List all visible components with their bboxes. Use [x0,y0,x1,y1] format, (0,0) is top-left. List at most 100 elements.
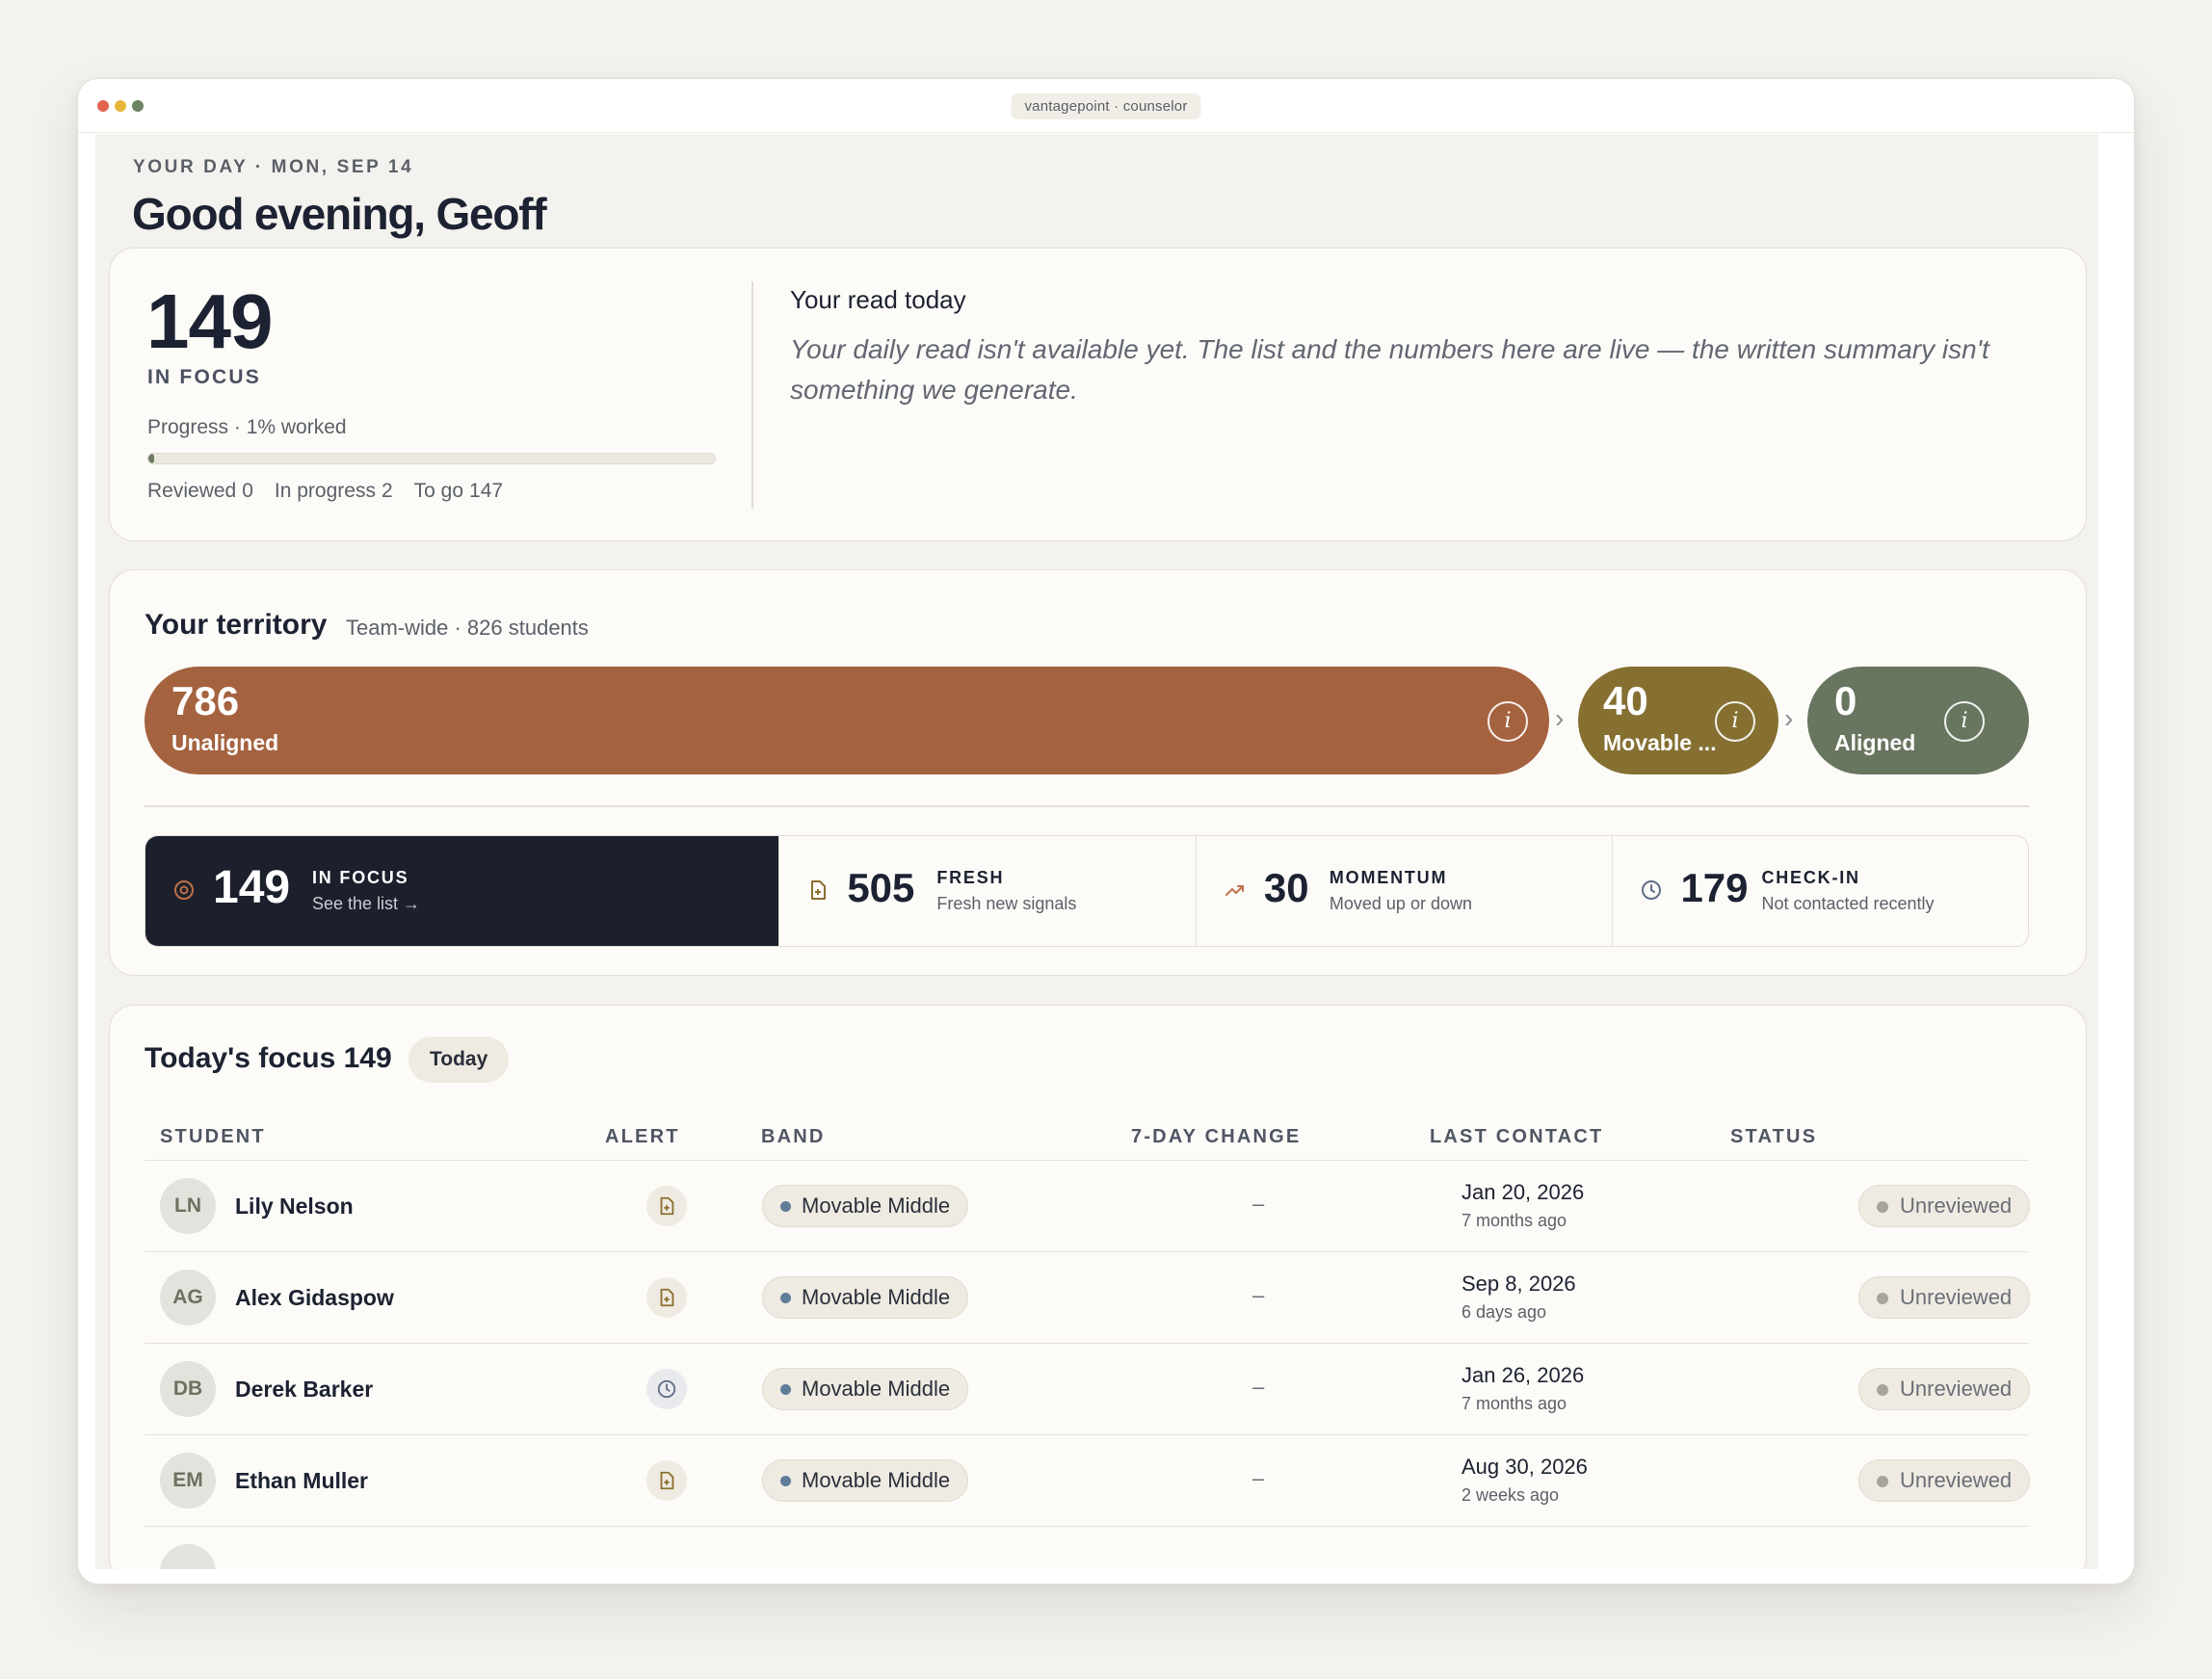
minimize-window-dot[interactable] [115,100,126,112]
app-window: vantagepoint · counselor YOUR DAY · MON,… [77,78,2135,1585]
avatar: DB [160,1361,216,1417]
main-content: YOUR DAY · MON, SEP 14 Good evening, Geo… [95,134,2098,1569]
tile-title: MOMENTUM [1329,868,1448,887]
tile-subtitle: Fresh new signals [936,894,1077,913]
read-body: Your daily read isn't available yet. The… [790,334,1989,405]
tile-subtitle: Moved up or down [1329,894,1472,913]
in-focus-count: 149 [146,278,273,364]
last-contact-date: Aug 30, 2026 [1462,1455,1588,1479]
student-name[interactable]: Alex Gidaspow [235,1285,394,1311]
col-header-change[interactable]: 7-DAY CHANGE [1131,1126,1301,1148]
summary-divider [751,281,753,509]
target-icon [174,880,194,900]
clock-icon[interactable] [646,1369,687,1409]
chevron-right-icon: › [1784,703,1794,733]
territory-subtitle: Team-wide · 826 students [346,616,589,640]
table-row[interactable] [145,1526,2029,1569]
info-icon[interactable]: i [1715,701,1755,742]
today-filter-button[interactable]: Today [408,1036,510,1083]
trend-icon [1224,885,1244,896]
status-badge[interactable]: Unreviewed [1858,1276,2031,1319]
last-contact-date: Sep 8, 2026 [1462,1272,1576,1296]
col-header-last-contact[interactable]: LAST CONTACT [1430,1126,1603,1148]
segment-unaligned[interactable]: 786 Unaligned i [145,667,1549,774]
band-badge: Movable Middle [762,1185,969,1227]
document-icon[interactable] [646,1460,687,1501]
table-row[interactable]: AG Alex Gidaspow Movable Middle – Sep 8,… [145,1251,2031,1343]
territory-card: Your territory Team-wide · 826 students … [109,569,2087,976]
avatar: EM [160,1453,216,1508]
in-progress-stat: In progress 2 [274,480,393,502]
segment-label: Unaligned [171,730,279,755]
tile-fresh[interactable]: 505 FRESH Fresh new signals [778,836,1196,946]
segment-label: Aligned [1834,730,1916,755]
document-icon[interactable] [646,1277,687,1318]
avatar: AG [160,1270,216,1325]
progress-stats: Reviewed 0 In progress 2 To go 147 [147,480,503,503]
last-contact-ago: 7 months ago [1462,1211,1567,1230]
window-controls [97,100,144,112]
segment-label: Movable ... [1603,730,1717,755]
last-contact-ago: 2 weeks ago [1462,1485,1560,1505]
col-header-status[interactable]: STATUS [1730,1126,1817,1148]
seven-day-change: – [1252,1283,1265,1307]
maximize-window-dot[interactable] [132,100,144,112]
tile-in-focus[interactable]: 149 IN FOCUS See the list → [145,836,779,946]
tile-value: 149 [213,862,291,913]
tile-value: 30 [1263,865,1309,910]
status-badge[interactable]: Unreviewed [1858,1459,2031,1502]
to-go-stat: To go 147 [413,480,504,502]
metric-tiles: 149 IN FOCUS See the list → 505 FRESH Fr… [145,835,2029,947]
progress-fill [148,454,154,463]
segment-value: 0 [1834,678,1857,723]
tile-subtitle: Not contacted recently [1761,894,1935,913]
focus-title: Today's focus 149 [145,1042,392,1074]
summary-card: 149 IN FOCUS Progress · 1% worked Review… [109,248,2087,541]
student-name[interactable]: Ethan Muller [235,1468,368,1494]
seven-day-change: – [1252,1192,1265,1216]
segment-value: 40 [1603,678,1648,723]
info-icon[interactable]: i [1944,701,1985,742]
status-badge[interactable]: Unreviewed [1858,1185,2031,1227]
progress-label: Progress · 1% worked [147,416,347,438]
day-eyebrow: YOUR DAY · MON, SEP 14 [133,157,414,177]
title-bar: vantagepoint · counselor [78,79,2134,133]
seven-day-change: – [1252,1466,1265,1490]
document-icon[interactable] [646,1186,687,1226]
close-window-dot[interactable] [97,100,109,112]
segment-aligned[interactable]: 0 Aligned i [1807,667,2029,774]
territory-divider [145,805,2029,807]
tile-title: FRESH [936,868,1005,887]
reviewed-stat: Reviewed 0 [147,480,253,502]
last-contact-date: Jan 20, 2026 [1462,1180,1585,1204]
status-badge[interactable]: Unreviewed [1858,1368,2031,1410]
info-icon[interactable]: i [1488,701,1528,742]
table-row[interactable]: LN Lily Nelson Movable Middle – Jan 20, … [145,1160,2031,1251]
last-contact-ago: 6 days ago [1462,1302,1547,1322]
band-badge: Movable Middle [762,1276,969,1319]
student-name[interactable]: Derek Barker [235,1377,373,1403]
student-name[interactable]: Lily Nelson [235,1194,354,1220]
clock-icon [1642,880,1662,900]
band-badge: Movable Middle [762,1459,969,1502]
table-row[interactable]: EM Ethan Muller Movable Middle – Aug 30,… [145,1434,2031,1526]
in-focus-label: IN FOCUS [147,366,261,388]
segment-movable[interactable]: 40 Movable ... i [1578,667,1778,774]
col-header-band[interactable]: BAND [761,1126,826,1148]
col-header-alert[interactable]: ALERT [605,1126,680,1148]
avatar: LN [160,1178,216,1234]
tile-title: IN FOCUS [312,868,409,887]
progress-bar [147,453,716,464]
band-badge: Movable Middle [762,1368,969,1410]
page-title: Good evening, Geoff [132,189,547,239]
tile-momentum[interactable]: 30 MOMENTUM Moved up or down [1195,836,1613,946]
avatar [160,1544,216,1569]
document-icon [811,880,827,900]
tile-title: CHECK-IN [1761,868,1860,887]
seven-day-change: – [1252,1375,1265,1399]
col-header-student[interactable]: STUDENT [160,1126,266,1148]
focus-card: Today's focus 149 Today STUDENT ALERT BA… [109,1005,2087,1569]
tile-check-in[interactable]: 179 CHECK-IN Not contacted recently [1612,836,2028,946]
tile-subtitle[interactable]: See the list → [312,894,420,914]
table-row[interactable]: DB Derek Barker Movable Middle – Jan 26,… [145,1343,2031,1434]
